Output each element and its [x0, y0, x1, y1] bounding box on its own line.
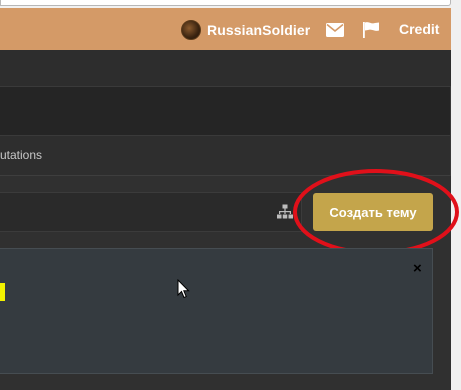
window-scrollbar[interactable] [451, 0, 461, 390]
envelope-icon[interactable] [326, 23, 344, 37]
forum-filter-bar[interactable] [0, 192, 302, 232]
sitemap-icon[interactable] [277, 204, 293, 220]
forum-panel-header [0, 86, 451, 136]
create-topic-button[interactable]: Создать тему [313, 193, 433, 231]
browser-chrome [0, 0, 461, 8]
tab-reputations[interactable]: utations [0, 148, 42, 162]
user-menu[interactable]: RussianSoldier [181, 20, 310, 40]
flag-icon[interactable] [362, 21, 380, 38]
avatar[interactable] [181, 20, 201, 40]
credit-link[interactable]: Credit [399, 21, 439, 37]
notice-box [0, 248, 433, 374]
sub-header-band [0, 50, 451, 86]
close-notice-button[interactable]: × [413, 261, 422, 276]
forum-tab-row [0, 136, 451, 176]
address-bar-edge [0, 0, 451, 6]
highlighted-text-fragment [0, 283, 5, 301]
mouse-cursor-icon [177, 279, 190, 299]
username[interactable]: RussianSoldier [207, 22, 310, 38]
